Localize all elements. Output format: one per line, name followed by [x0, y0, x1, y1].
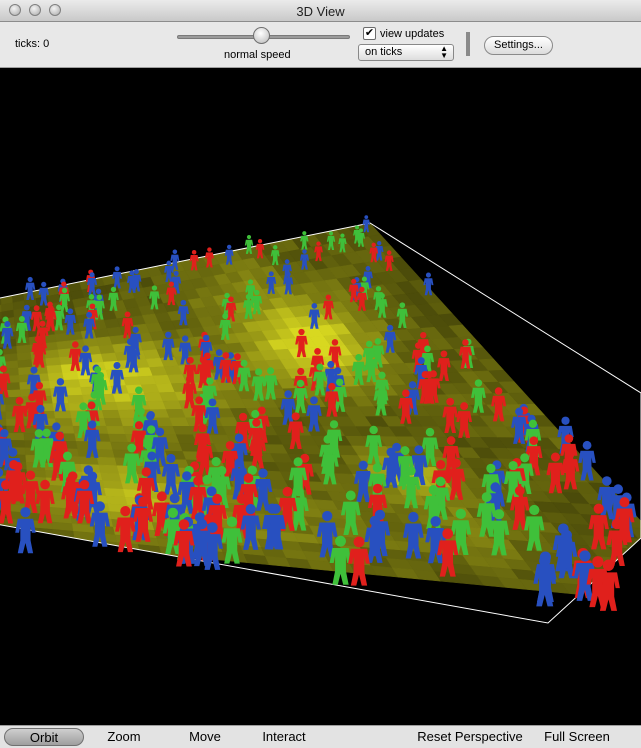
- view-updates-label: view updates: [380, 28, 445, 40]
- checkmark-icon: ✔: [364, 27, 375, 39]
- view-updates-checkbox[interactable]: ✔: [363, 27, 376, 40]
- patch: [106, 425, 126, 435]
- patch: [115, 401, 135, 411]
- patch: [110, 441, 131, 451]
- update-mode-select[interactable]: on ticks ▲ ▼: [358, 44, 454, 61]
- patch: [16, 351, 32, 362]
- patch: [103, 417, 124, 427]
- view-controls-bar: Orbit Zoom Move Interact Reset Perspecti…: [0, 725, 641, 748]
- patch: [17, 359, 33, 369]
- patch: [108, 433, 129, 443]
- window-title: 3D View: [296, 4, 345, 19]
- patch: [4, 382, 21, 391]
- patch: [32, 534, 55, 545]
- patch: [102, 480, 124, 490]
- patch: [624, 588, 641, 603]
- update-mode-value: on ticks: [365, 46, 403, 58]
- toolbar-divider: [466, 32, 470, 56]
- 3d-world-scene[interactable]: [0, 68, 641, 725]
- zoom-button[interactable]: Zoom: [96, 728, 152, 746]
- patch: [66, 394, 85, 404]
- patch: [103, 487, 126, 498]
- speed-slider-thumb[interactable]: [253, 27, 270, 44]
- move-button[interactable]: Move: [178, 728, 232, 746]
- interact-button[interactable]: Interact: [252, 728, 316, 746]
- title-bar: 3D View: [0, 0, 641, 22]
- settings-button[interactable]: Settings...: [484, 36, 553, 55]
- orbit-button[interactable]: Orbit: [4, 728, 84, 746]
- patch: [63, 379, 81, 389]
- patch: [56, 340, 72, 351]
- ticks-counter: ticks: 0: [15, 38, 50, 50]
- 3d-view-canvas[interactable]: [0, 68, 641, 725]
- patch: [100, 472, 122, 482]
- patch: [62, 371, 80, 381]
- patch: [98, 464, 120, 474]
- view-toolbar: ticks: 0 normal speed ✔ view updates on …: [0, 22, 641, 68]
- patch: [0, 530, 12, 541]
- patch: [112, 393, 132, 403]
- patch: [46, 364, 63, 374]
- patch: [626, 568, 641, 583]
- speed-label: normal speed: [224, 49, 291, 61]
- patch: [628, 548, 641, 562]
- patch: [73, 530, 97, 541]
- reset-perspective-button[interactable]: Reset Perspective: [408, 728, 532, 746]
- patch: [53, 410, 72, 419]
- patch: [0, 404, 7, 413]
- patch: [45, 357, 62, 367]
- patch: [101, 409, 121, 419]
- patch: [44, 349, 60, 359]
- patch: [636, 579, 641, 594]
- up-down-arrows-icon: ▲ ▼: [440, 44, 448, 60]
- patch: [615, 577, 641, 592]
- patch: [78, 456, 100, 466]
- full-screen-button[interactable]: Full Screen: [536, 728, 618, 746]
- patch: [96, 456, 118, 466]
- patch: [3, 353, 19, 363]
- patch: [65, 387, 83, 396]
